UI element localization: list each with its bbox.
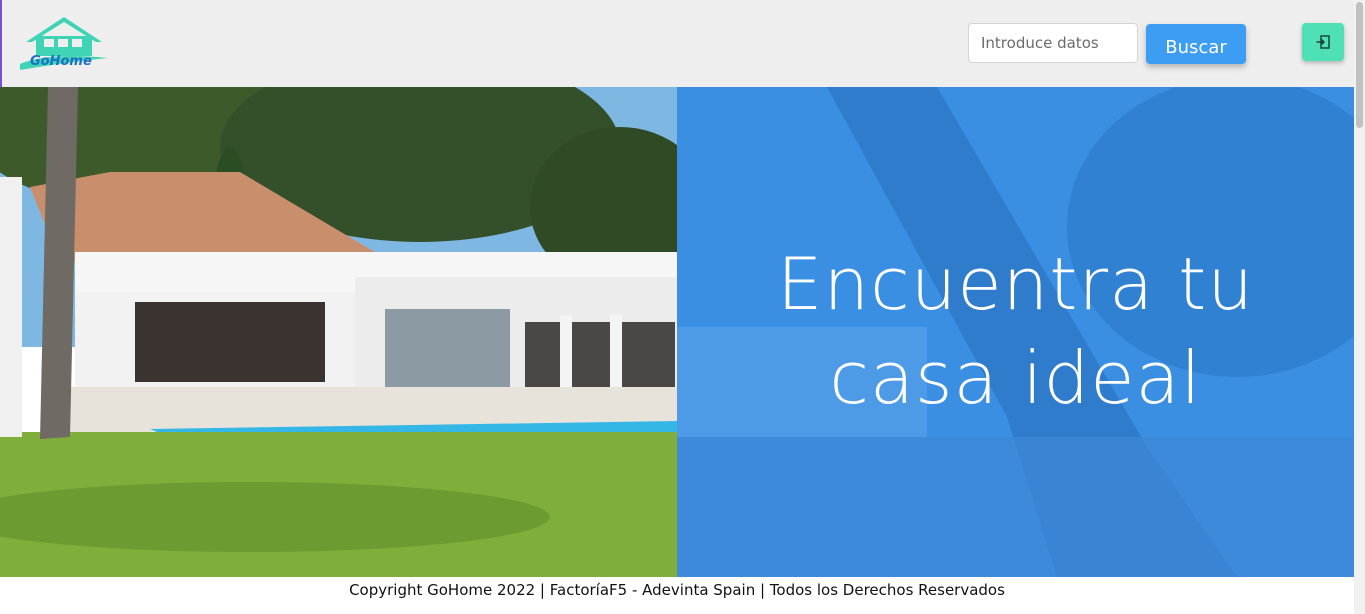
login-button[interactable] (1302, 23, 1344, 61)
search-button[interactable]: Buscar (1146, 24, 1246, 64)
gohome-logo[interactable]: GoHome (18, 14, 110, 72)
hero-overlay-panel: Encuentra tu casa ideal (677, 87, 1354, 577)
vertical-scrollbar[interactable] (1354, 0, 1365, 614)
hero-title-line1: Encuentra tu (777, 242, 1254, 326)
villa-photo (0, 87, 677, 577)
logo-text: GoHome (30, 54, 92, 69)
hero-title: Encuentra tu casa ideal (677, 237, 1354, 425)
page-footer: Copyright GoHome 2022 | FactoríaF5 - Ade… (0, 577, 1354, 614)
scrollbar-thumb[interactable] (1356, 2, 1363, 128)
login-icon (1316, 35, 1330, 49)
footer-copyright: Copyright GoHome 2022 | FactoríaF5 - Ade… (349, 581, 1005, 599)
hero-title-line2: casa ideal (829, 336, 1202, 420)
top-navbar: GoHome Buscar (0, 0, 1365, 87)
hero-section: Encuentra tu casa ideal (0, 87, 1354, 577)
search-input[interactable] (968, 23, 1138, 63)
